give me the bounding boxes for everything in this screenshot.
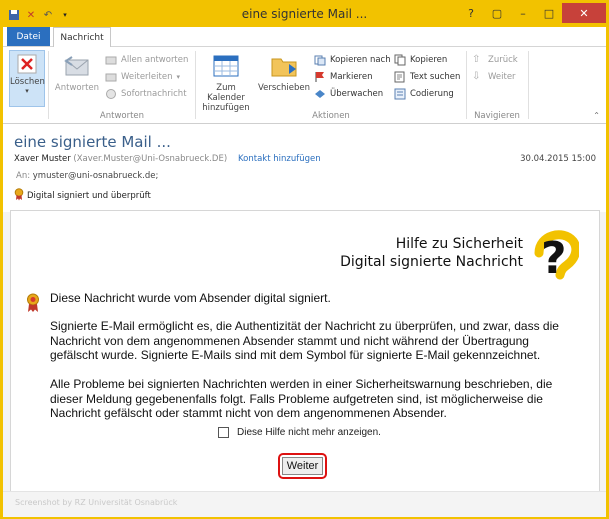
help-paragraph-1: Diese Nachricht wurde vom Absender digit… [50, 291, 331, 305]
signature-status-label: Digital signiert und überprüft [27, 191, 151, 201]
recipient-address[interactable]: ymuster@uni-osnabrueck.de; [33, 171, 159, 181]
copy-icon [394, 54, 406, 66]
reply-all-button[interactable]: Allen antworten [105, 54, 188, 66]
next-button[interactable]: ⇩ Weiter [472, 71, 516, 83]
instant-message-button[interactable]: Sofortnachricht [105, 88, 187, 100]
title-bar: ✕ ↶ ▾ eine signierte Mail ... ? ▢ – □ ✕ [3, 3, 606, 27]
message-subject: eine signierte Mail ... [14, 133, 171, 151]
sender-address: (Xaver.Muster@Uni-Osnabrueck.DE) [73, 154, 228, 164]
collapse-ribbon-icon[interactable]: ⌃ [593, 111, 600, 120]
add-contact-link[interactable]: Kontakt hinzufügen [238, 154, 321, 164]
move-button[interactable]: Verschieben [257, 51, 311, 93]
move-label: Verschieben [258, 83, 310, 93]
outlook-window: ✕ ↶ ▾ eine signierte Mail ... ? ▢ – □ ✕ … [0, 0, 609, 519]
back-label: Zurück [488, 55, 518, 65]
encoding-label: Codierung [410, 89, 454, 99]
tab-file[interactable]: Datei [7, 27, 50, 46]
forward-button[interactable]: Weiterleiten ▾ [105, 71, 180, 83]
highlight-frame: Weiter [278, 453, 327, 479]
next-label: Weiter [488, 72, 516, 82]
copy-to-label: Kopieren nach [330, 55, 391, 65]
group-separator [466, 51, 467, 119]
copy-label: Kopieren [410, 55, 448, 65]
back-button[interactable]: ⇧ Zurück [472, 54, 518, 66]
arrow-up-icon: ⇧ [472, 54, 481, 65]
calendar-icon [211, 51, 241, 81]
close-button[interactable]: ✕ [562, 3, 606, 23]
chevron-down-icon: ▾ [176, 73, 180, 81]
mark-button[interactable]: Markieren [314, 71, 372, 83]
status-bar: Screenshot by RZ Universität Osnabrück [3, 491, 606, 517]
delete-button[interactable]: Löschen ▾ [9, 50, 45, 107]
add-to-calendar-button[interactable]: Zum Kalender hinzufügen [197, 51, 255, 113]
instant-message-label: Sofortnachricht [121, 89, 187, 99]
help-title-line1: Hilfe zu Sicherheit [395, 236, 523, 252]
encoding-button[interactable]: Codierung [394, 88, 454, 100]
group-label-reply: Antworten [99, 111, 145, 121]
watermark-text: Screenshot by RZ Universität Osnabrück [15, 498, 178, 507]
find-text-button[interactable]: Text suchen [394, 71, 460, 83]
monitor-button[interactable]: Überwachen [314, 88, 383, 100]
group-separator [528, 51, 529, 119]
help-title-line2: Digital signierte Nachricht [340, 254, 523, 270]
arrow-down-icon: ⇩ [472, 71, 481, 82]
dont-show-again-label: Diese Hilfe nicht mehr anzeigen. [237, 427, 381, 438]
find-text-icon [394, 71, 406, 83]
flag-icon [314, 71, 326, 83]
dont-show-again-option[interactable]: Diese Hilfe nicht mehr anzeigen. [218, 427, 381, 438]
sender-name: Xaver Muster [14, 154, 71, 164]
instant-message-icon [105, 88, 117, 100]
message-header: eine signierte Mail ... Xaver Muster (Xa… [3, 124, 606, 212]
reply-envelope-icon [62, 51, 92, 81]
reply-button[interactable]: Antworten [53, 51, 101, 93]
continue-button[interactable]: Weiter [282, 457, 323, 475]
copy-to-button[interactable]: Kopieren nach [314, 54, 391, 66]
group-separator [48, 51, 49, 119]
group-separator [195, 51, 196, 119]
message-date: 30.04.2015 15:00 [520, 154, 596, 164]
monitor-label: Überwachen [330, 89, 384, 99]
forward-icon [105, 71, 117, 83]
signature-status[interactable]: Digital signiert und überprüft [14, 188, 151, 204]
reply-all-label: Allen antworten [121, 55, 189, 65]
reply-all-icon [105, 54, 117, 66]
help-paragraph-3: Alle Probleme bei signierten Nachrichten… [50, 377, 553, 420]
monitor-icon [314, 88, 326, 100]
delete-label: Löschen [10, 77, 45, 87]
help-button[interactable]: ? [458, 3, 484, 23]
ribbon-tabs: Datei Nachricht [3, 27, 606, 47]
help-paragraph-2: Signierte E-Mail ermöglicht es, die Auth… [50, 319, 559, 362]
ribbon: Löschen ▾ Antworten Allen antworten Weit… [3, 47, 606, 124]
recipient-line: An: ymuster@uni-osnabrueck.de; [16, 171, 158, 181]
find-text-label: Text suchen [410, 72, 461, 82]
forward-label: Weiterleiten [121, 72, 173, 82]
minimize-button[interactable]: – [510, 3, 536, 23]
reply-label: Antworten [54, 83, 100, 93]
message-body: Hilfe zu Sicherheit Digital signierte Na… [10, 210, 600, 493]
signature-badge-icon [26, 293, 40, 313]
signature-ribbon-icon [14, 188, 24, 204]
chevron-down-icon: ▾ [25, 87, 29, 95]
encoding-icon [394, 88, 406, 100]
move-folder-icon [269, 51, 299, 81]
mark-label: Markieren [330, 72, 373, 82]
copy-to-icon [314, 54, 326, 66]
tab-message[interactable]: Nachricht [53, 27, 111, 47]
sender[interactable]: Xaver Muster (Xaver.Muster@Uni-Osnabruec… [14, 154, 227, 164]
group-label-navigate: Navigieren [474, 111, 520, 121]
add-to-calendar-label: Zum Kalender hinzufügen [202, 83, 250, 113]
group-label-actions: Aktionen [312, 111, 350, 121]
copy-button[interactable]: Kopieren [394, 54, 447, 66]
delete-icon [16, 53, 38, 75]
ribbon-display-button[interactable]: ▢ [484, 3, 510, 23]
help-question-icon: ? [533, 225, 581, 285]
maximize-button[interactable]: □ [536, 3, 562, 23]
to-label: An: [16, 171, 31, 181]
dont-show-again-checkbox[interactable] [218, 427, 229, 438]
help-title: Hilfe zu Sicherheit Digital signierte Na… [340, 235, 523, 271]
svg-text:?: ? [541, 233, 567, 284]
window-controls: ? ▢ – □ ✕ [458, 3, 606, 23]
